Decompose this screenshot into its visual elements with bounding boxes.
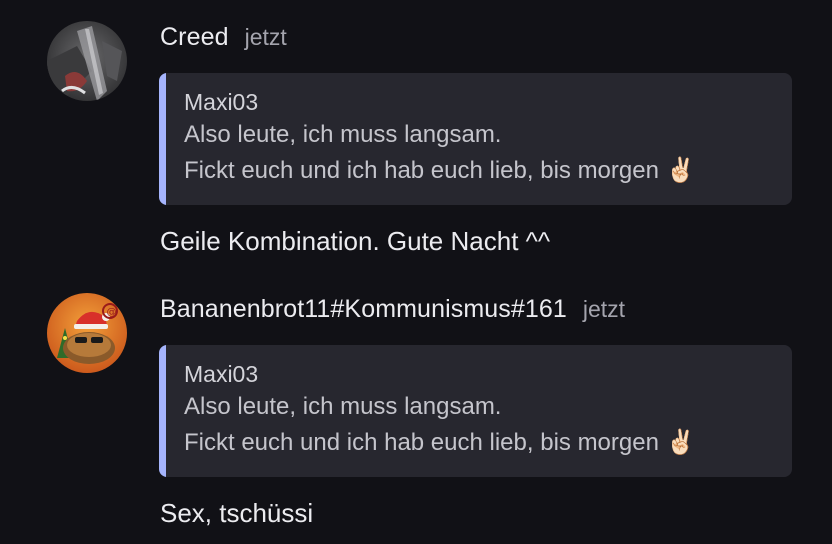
quote-accent-bar [159,345,166,477]
message-text: Geile Kombination. Gute Nacht ^^ [160,226,551,256]
quote-author: Maxi03 [184,361,259,387]
svg-text:@: @ [107,307,117,318]
quote-text-line: Fickt euch und ich hab euch lieb, bis mo… [184,429,696,456]
timestamp: jetzt [582,296,626,322]
avatar-creed-icon [47,21,127,101]
avatar[interactable] [47,21,127,101]
reply-quote[interactable]: Maxi03 Also leute, ich muss langsam. Fic… [159,73,792,205]
avatar-bananenbrot-icon: @ [47,293,127,373]
avatar[interactable]: @ [47,293,127,373]
quote-text-line: Also leute, ich muss langsam. [184,121,502,148]
timestamp: jetzt [244,24,287,50]
username[interactable]: Bananenbrot11#Kommunismus#161 [160,295,567,324]
reply-quote[interactable]: Maxi03 Also leute, ich muss langsam. Fic… [159,345,792,477]
quote-text-line: Also leute, ich muss langsam. [184,393,502,420]
quote-text-line: Fickt euch und ich hab euch lieb, bis mo… [184,157,696,184]
quote-author: Maxi03 [184,89,259,115]
message-text: Sex, tschüssi [160,498,314,528]
quote-accent-bar [159,73,166,205]
username[interactable]: Creed [160,23,229,52]
